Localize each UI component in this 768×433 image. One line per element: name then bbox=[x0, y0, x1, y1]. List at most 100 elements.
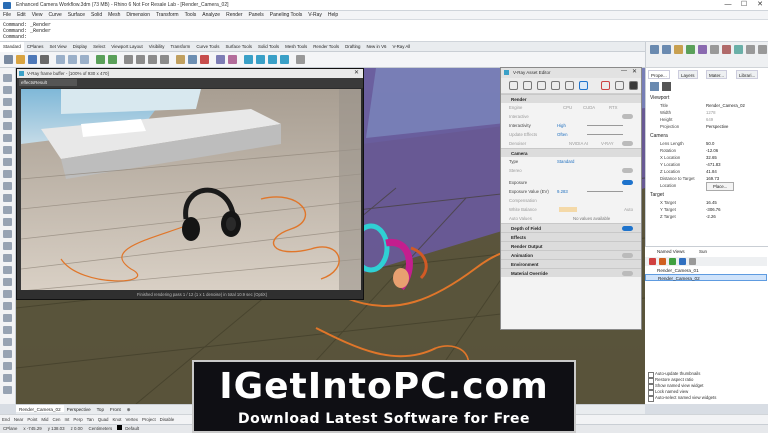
frame-buffer-icon[interactable] bbox=[629, 81, 638, 90]
panel-sun-icon[interactable] bbox=[734, 45, 743, 54]
osnap-disable[interactable]: Disable bbox=[158, 415, 177, 422]
place-button[interactable]: Place... bbox=[706, 182, 735, 191]
nv-import-icon[interactable] bbox=[689, 258, 696, 265]
surface-icon[interactable] bbox=[3, 170, 12, 178]
menu-vray[interactable]: V-Ray bbox=[305, 11, 325, 18]
menu-mesh[interactable]: Mesh bbox=[105, 11, 123, 18]
zoom-extents-icon[interactable] bbox=[160, 55, 169, 64]
material-override-toggle[interactable] bbox=[622, 271, 633, 276]
rotate-view-icon[interactable] bbox=[136, 55, 145, 64]
ev-value[interactable]: 9.283 bbox=[557, 189, 568, 194]
osnap-mid[interactable]: Mid bbox=[39, 415, 50, 422]
panel-more-icon[interactable] bbox=[758, 45, 767, 54]
redo-icon[interactable] bbox=[108, 55, 117, 64]
wireframe-icon[interactable] bbox=[176, 55, 185, 64]
y-target-field[interactable]: -306.76 bbox=[706, 206, 721, 213]
panel-help-icon[interactable] bbox=[698, 45, 707, 54]
close-button[interactable]: ✕ bbox=[752, 0, 768, 11]
osnap-cen[interactable]: Cen bbox=[50, 415, 62, 422]
panel-camera-icon[interactable] bbox=[710, 45, 719, 54]
open-file-icon[interactable] bbox=[16, 55, 25, 64]
section-render-output[interactable]: Render Output bbox=[501, 241, 641, 250]
tab-new-in-v6[interactable]: New in V6 bbox=[363, 42, 389, 52]
section-render[interactable]: Render bbox=[501, 94, 641, 103]
osnap-vertex[interactable]: Vertex bbox=[124, 415, 140, 422]
menu-render[interactable]: Render bbox=[223, 11, 245, 18]
menu-view[interactable]: View bbox=[29, 11, 46, 18]
white-balance-swatch[interactable] bbox=[559, 207, 577, 212]
menu-paneling-tools[interactable]: Paneling Tools bbox=[267, 11, 305, 18]
viewport-props-icon[interactable] bbox=[650, 82, 659, 91]
rotation-field[interactable]: -12.06 bbox=[706, 147, 718, 154]
vray-asset-editor[interactable]: V-Ray Asset Editor — ✕ Render Engine CPU… bbox=[500, 67, 642, 330]
panel-materials-icon[interactable] bbox=[674, 45, 683, 54]
section-effects[interactable]: Effects bbox=[501, 232, 641, 241]
textures-icon[interactable] bbox=[551, 81, 560, 90]
asset-editor-close-button[interactable]: ✕ bbox=[632, 68, 637, 75]
asset-editor-minimize-button[interactable]: — bbox=[621, 68, 627, 74]
osnap-knot[interactable]: Knot bbox=[111, 415, 124, 422]
exposure-toggle[interactable] bbox=[622, 180, 633, 185]
render-elements-icon[interactable] bbox=[565, 81, 574, 90]
section-camera[interactable]: Camera bbox=[501, 148, 641, 157]
interactive-toggle[interactable] bbox=[622, 114, 633, 119]
nv-restore-icon[interactable] bbox=[659, 258, 666, 265]
menu-edit[interactable]: Edit bbox=[14, 11, 29, 18]
menu-surface[interactable]: Surface bbox=[65, 11, 88, 18]
denoiser-toggle[interactable] bbox=[622, 141, 633, 146]
zoom-icon[interactable] bbox=[148, 55, 157, 64]
tab-render-camera-02[interactable]: Render_Camera_02 bbox=[16, 405, 64, 412]
panel-properties-icon[interactable] bbox=[650, 45, 659, 54]
tab-curve-tools[interactable]: Curve Tools bbox=[193, 42, 222, 52]
section-environment[interactable]: Environment bbox=[501, 259, 641, 268]
x-target-field[interactable]: 16.45 bbox=[706, 199, 717, 206]
arc-icon[interactable] bbox=[3, 134, 12, 142]
menu-file[interactable]: File bbox=[0, 11, 14, 18]
auto-select-widgets-checkbox[interactable]: Auto-select named view widgets bbox=[645, 395, 767, 402]
update-effects-slider[interactable] bbox=[587, 134, 623, 135]
menu-transform[interactable]: Transform bbox=[153, 11, 182, 18]
tab-cplanes[interactable]: CPlanes bbox=[24, 42, 47, 52]
z-location-field[interactable]: 41.84 bbox=[706, 168, 717, 175]
layer-select[interactable]: Default bbox=[122, 425, 142, 431]
select-icon[interactable] bbox=[3, 74, 12, 82]
pan-icon[interactable] bbox=[124, 55, 133, 64]
section-material-override[interactable]: Material Override bbox=[501, 268, 641, 277]
osnap-end[interactable]: End bbox=[0, 415, 12, 422]
x-location-field[interactable]: 32.65 bbox=[706, 154, 717, 161]
vray-asset-editor-icon[interactable] bbox=[268, 55, 277, 64]
geometry-icon[interactable] bbox=[537, 81, 546, 90]
rectangle-icon[interactable] bbox=[3, 146, 12, 154]
camera-type-select[interactable]: Standard bbox=[557, 159, 574, 164]
nv-delete-icon[interactable] bbox=[679, 258, 686, 265]
named-view-item-selected[interactable]: Render_Camera_02 bbox=[645, 274, 767, 281]
sphere-icon[interactable] bbox=[3, 194, 12, 202]
denoiser-vray-option[interactable]: V-RAY bbox=[601, 141, 614, 146]
nv-edit-icon[interactable] bbox=[669, 258, 676, 265]
tab-front[interactable]: Front bbox=[107, 405, 124, 412]
maximize-button[interactable]: ☐ bbox=[736, 0, 752, 11]
engine-rtx-option[interactable]: RTX bbox=[609, 105, 618, 110]
interactivity-slider[interactable] bbox=[587, 125, 623, 126]
add-viewport-tab-button[interactable]: ⊕ bbox=[124, 405, 134, 413]
render-channel-select[interactable]: effectsResult bbox=[19, 79, 77, 86]
rendered-icon[interactable] bbox=[200, 55, 209, 64]
copy-object-icon[interactable] bbox=[3, 302, 12, 310]
menu-panels[interactable]: Panels bbox=[246, 11, 267, 18]
render-interactive-icon[interactable] bbox=[615, 81, 624, 90]
camera-props-icon[interactable] bbox=[662, 82, 671, 91]
menu-curve[interactable]: Curve bbox=[45, 11, 64, 18]
nv-save-icon[interactable] bbox=[649, 258, 656, 265]
lights-icon[interactable] bbox=[523, 81, 532, 90]
new-file-icon[interactable] bbox=[4, 55, 13, 64]
curve-icon[interactable] bbox=[3, 110, 12, 118]
menu-tools[interactable]: Tools bbox=[182, 11, 200, 18]
cylinder-icon[interactable] bbox=[3, 206, 12, 214]
fillet-icon[interactable] bbox=[3, 230, 12, 238]
engine-cuda-option[interactable]: CUDA bbox=[583, 105, 595, 110]
minimize-button[interactable]: — bbox=[720, 0, 736, 11]
tab-mesh-tools[interactable]: Mesh Tools bbox=[282, 42, 310, 52]
y-location-field[interactable]: -471.83 bbox=[706, 161, 721, 168]
join-icon[interactable] bbox=[3, 266, 12, 274]
menu-help[interactable]: Help bbox=[325, 11, 341, 18]
